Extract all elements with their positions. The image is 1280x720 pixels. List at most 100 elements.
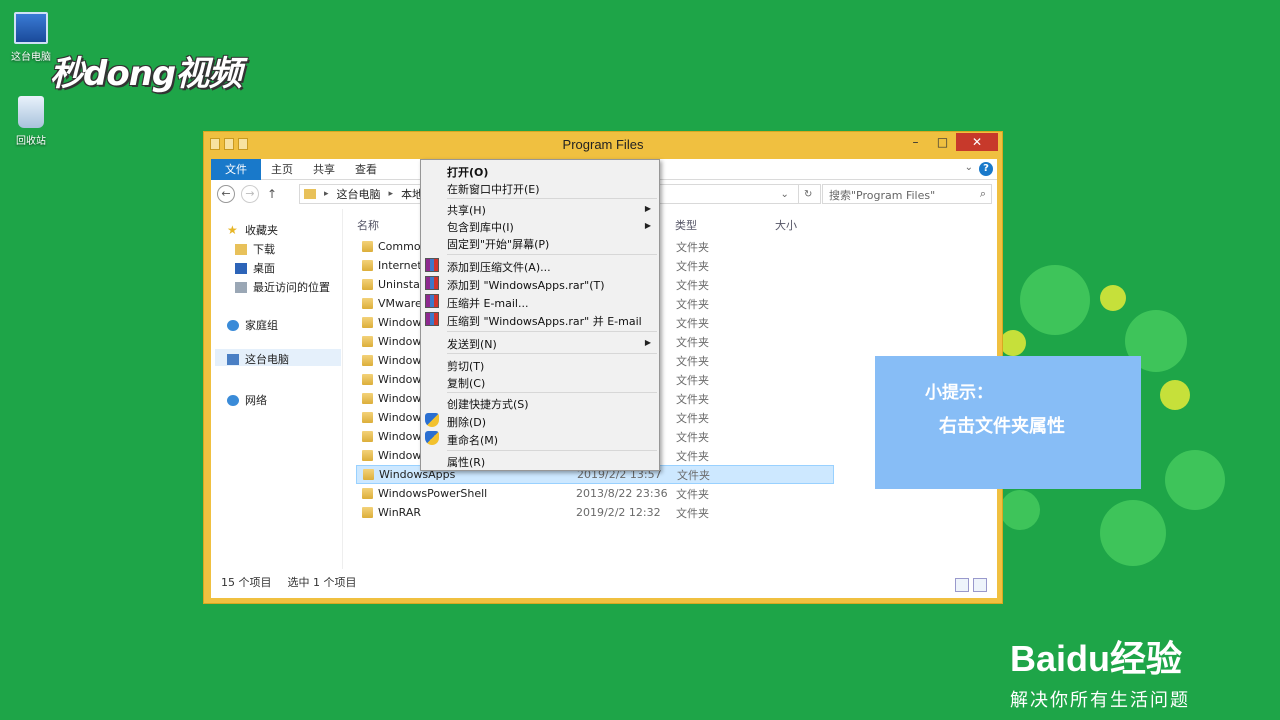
- folder-icon: [363, 469, 374, 480]
- help-icon[interactable]: ?: [979, 162, 993, 176]
- row-date: 2013/8/22 23:36: [576, 487, 668, 500]
- star-icon: ★: [227, 222, 238, 237]
- folder-icon: [362, 393, 373, 404]
- breadcrumb-separator: ▸: [388, 189, 394, 199]
- menu-separator: [447, 254, 657, 255]
- row-name: WindowsPowerShell: [378, 487, 488, 500]
- row-type: 文件夹: [676, 373, 709, 387]
- homegroup-icon: [227, 319, 239, 331]
- row-type: 文件夹: [676, 487, 709, 501]
- row-type: 文件夹: [676, 278, 709, 292]
- folder-icon: [362, 241, 373, 252]
- nav-item-desktop[interactable]: 桌面: [235, 260, 275, 276]
- forward-button[interactable]: →: [241, 185, 259, 203]
- row-type: 文件夹: [677, 468, 710, 482]
- up-arrow-icon[interactable]: ↑: [267, 187, 277, 201]
- desktop-icon-recycle-bin[interactable]: 回收站: [0, 96, 62, 147]
- menu-item-pin-start[interactable]: 固定到"开始"屏幕(P): [447, 236, 549, 252]
- tab-share[interactable]: 共享: [303, 159, 345, 180]
- recycle-bin-icon: [18, 96, 44, 128]
- nav-item-downloads[interactable]: 下载: [235, 241, 275, 257]
- menu-item-add-archive[interactable]: 添加到压缩文件(A)...: [447, 259, 551, 275]
- tab-view[interactable]: 查看: [345, 159, 387, 180]
- winrar-icon: [425, 312, 439, 326]
- winrar-icon: [425, 276, 439, 290]
- refresh-icon[interactable]: ↻: [804, 189, 812, 200]
- breadcrumb-separator: ▸: [324, 189, 329, 199]
- menu-item-cut[interactable]: 剪切(T): [447, 358, 484, 374]
- nav-item-recent[interactable]: 最近访问的位置: [235, 279, 330, 295]
- row-type: 文件夹: [676, 411, 709, 425]
- menu-separator: [447, 450, 657, 451]
- menu-item-send-to[interactable]: 发送到(N): [447, 336, 497, 352]
- minimize-button[interactable]: –: [902, 133, 929, 151]
- menu-item-include-library[interactable]: 包含到库中(I): [447, 219, 514, 235]
- folder-icon: [362, 450, 373, 461]
- baidu-slogan: 解决你所有生活问题: [1010, 690, 1190, 711]
- search-icon[interactable]: ⌕: [980, 187, 986, 201]
- folder-icon: [362, 298, 373, 309]
- row-type: 文件夹: [676, 354, 709, 368]
- folder-icon: [362, 355, 373, 366]
- nav-item-label: 收藏夹: [245, 224, 278, 237]
- desktop-icon: [235, 262, 247, 274]
- menu-item-copy[interactable]: 复制(C): [447, 375, 485, 391]
- column-header-size[interactable]: 大小: [775, 217, 797, 233]
- tip-panel: 小提示： 右击文件夹属性: [875, 356, 1141, 489]
- winrar-icon: [425, 294, 439, 308]
- title-bar[interactable]: Program Files – □ ✕: [204, 132, 1002, 158]
- column-header-type[interactable]: 类型: [675, 217, 697, 233]
- folder-icon: [304, 189, 316, 199]
- details-view-icon[interactable]: [955, 578, 969, 592]
- nav-item-homegroup[interactable]: 家庭组: [227, 317, 278, 333]
- nav-item-label: 这台电脑: [245, 353, 289, 366]
- column-header-name[interactable]: 名称: [357, 217, 379, 233]
- search-input[interactable]: 搜索"Program Files" ⌕: [822, 184, 992, 204]
- submenu-arrow-icon: ▶: [644, 338, 651, 347]
- recent-places-icon: [235, 281, 247, 293]
- nav-item-favorites[interactable]: ★ 收藏夹: [227, 222, 278, 238]
- nav-item-network[interactable]: 网络: [227, 392, 267, 408]
- menu-item-delete[interactable]: 删除(D): [447, 414, 486, 430]
- decor-bubble: [1100, 285, 1126, 311]
- row-type: 文件夹: [676, 259, 709, 273]
- table-row[interactable]: WinRAR 2019/2/2 12:32 文件夹: [356, 503, 834, 522]
- chevron-down-icon[interactable]: ⌄: [781, 189, 789, 200]
- watermark-logo: 秒dong视频: [50, 54, 242, 94]
- shield-icon: [425, 413, 439, 427]
- row-type: 文件夹: [676, 297, 709, 311]
- tab-file[interactable]: 文件: [211, 158, 261, 180]
- close-button[interactable]: ✕: [956, 133, 998, 151]
- folder-icon: [362, 279, 373, 290]
- menu-item-share[interactable]: 共享(H): [447, 202, 486, 218]
- row-type: 文件夹: [676, 392, 709, 406]
- table-row[interactable]: WindowsPowerShell 2013/8/22 23:36 文件夹: [356, 484, 834, 503]
- menu-item-compress-rar-email[interactable]: 压缩到 "WindowsApps.rar" 并 E-mail: [447, 313, 642, 329]
- download-folder-icon: [235, 243, 247, 255]
- tip-text: 右击文件夹属性: [939, 416, 1065, 437]
- menu-item-rename[interactable]: 重命名(M): [447, 432, 498, 448]
- nav-item-label: 下载: [253, 243, 275, 256]
- decor-bubble: [1000, 330, 1026, 356]
- menu-item-open[interactable]: 打开(O): [447, 164, 488, 180]
- chevron-down-icon[interactable]: ⌄: [965, 162, 973, 173]
- nav-item-label: 桌面: [253, 262, 275, 275]
- nav-item-label: 最近访问的位置: [253, 281, 330, 294]
- row-type: 文件夹: [676, 240, 709, 254]
- large-icons-view-icon[interactable]: [973, 578, 987, 592]
- menu-item-create-shortcut[interactable]: 创建快捷方式(S): [447, 396, 529, 412]
- row-date: 2019/2/2 12:32: [576, 506, 661, 519]
- computer-icon: [14, 12, 48, 44]
- maximize-button[interactable]: □: [929, 133, 956, 151]
- folder-icon: [362, 260, 373, 271]
- menu-item-properties[interactable]: 属性(R): [447, 454, 485, 470]
- menu-item-add-rar[interactable]: 添加到 "WindowsApps.rar"(T): [447, 277, 605, 293]
- menu-item-compress-email[interactable]: 压缩并 E-mail...: [447, 295, 528, 311]
- nav-item-this-pc[interactable]: 这台电脑: [227, 351, 289, 367]
- menu-item-open-new-window[interactable]: 在新窗口中打开(E): [447, 181, 540, 197]
- row-type: 文件夹: [676, 316, 709, 330]
- view-switcher: [955, 578, 987, 592]
- back-button[interactable]: ←: [217, 185, 235, 203]
- tab-home[interactable]: 主页: [261, 159, 303, 180]
- breadcrumb-this-pc[interactable]: 这台电脑: [337, 186, 381, 202]
